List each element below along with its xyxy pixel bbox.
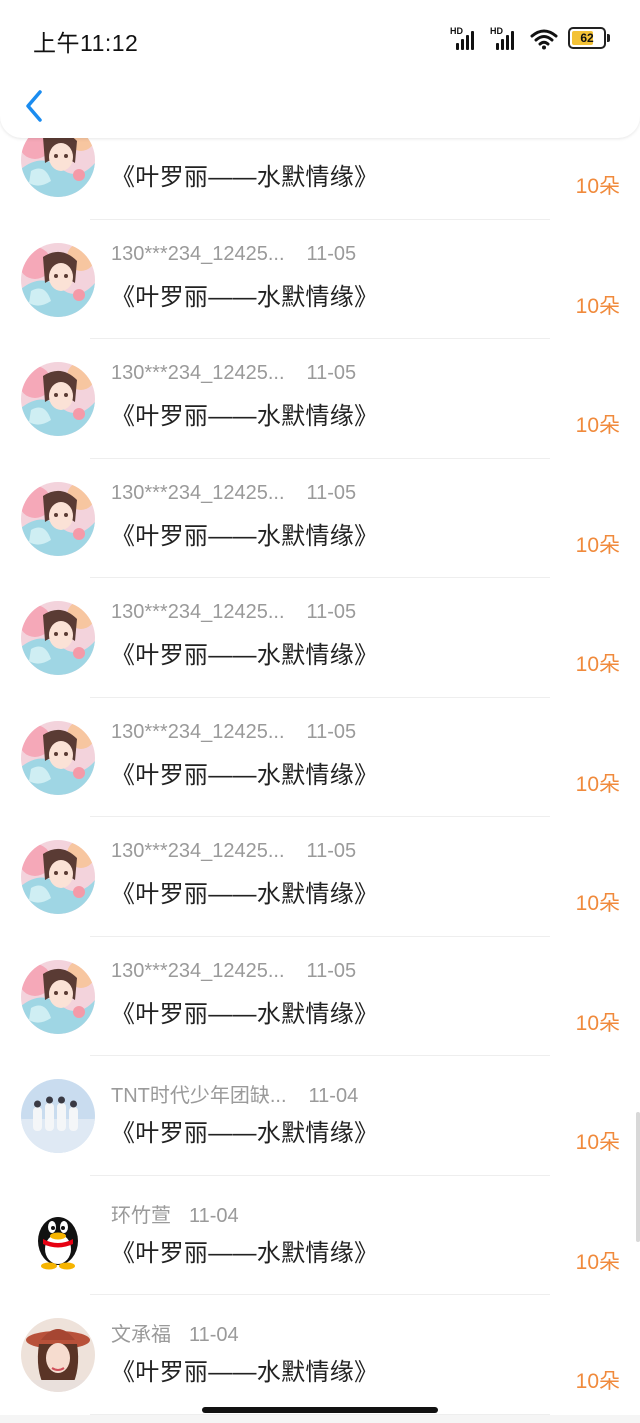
book-title: 《叶罗丽——水默情缘》 [111,283,379,311]
book-title: 《叶罗丽——水默情缘》 [111,642,379,669]
date: 11-04 [308,1085,359,1107]
gift-record-row[interactable]: 文承福 11-04 《叶罗丽——水默情缘》 10朵 [0,1295,640,1415]
gift-record-row[interactable]: 130***234_12425... 11-05 《叶罗丽——水默情缘》 10朵 [0,578,640,698]
gift-amount: 10朵 [575,414,620,437]
avatar[interactable] [21,601,95,675]
username: 130***234_12425... [111,481,285,504]
row-meta: 130***234_12425... 11-05 [111,960,356,983]
date: 11-05 [306,242,357,265]
home-indicator[interactable] [202,1407,438,1413]
username: 130***234_12425... [111,601,285,623]
signal-icon: HD [450,26,480,50]
top-bar: 上午11:12 HD HD 62 [0,0,640,138]
row-meta: 130***234_12425... 11-05 [111,362,356,385]
gift-amount: 10朵 [575,294,620,318]
date: 11-05 [306,362,357,384]
username: 130***234_12425... [111,840,285,862]
back-chevron-icon[interactable] [20,86,50,126]
gift-record-row[interactable]: 环竹萱 11-04 《叶罗丽——水默情缘》 10朵 [0,1175,640,1295]
gift-amount: 10朵 [575,892,620,915]
date: 11-05 [306,481,357,504]
row-meta: 130***234_12425... 11-05 [111,243,356,266]
avatar[interactable] [21,720,95,795]
username: TNT时代少年团缺... [111,1085,287,1107]
book-title: 《叶罗丽——水默情缘》 [111,164,379,191]
row-meta: 130***234_12425... 11-05 [111,840,356,863]
book-title: 《叶罗丽——水默情缘》 [111,522,379,550]
username: 130***234_12425... [111,242,285,265]
status-time: 上午11:12 [33,30,139,56]
divider [90,1413,550,1415]
book-title: 《叶罗丽——水默情缘》 [111,403,379,430]
username: 环竹萱 [111,1204,171,1227]
status-icons: HD HD 62 [450,24,610,50]
row-meta: 文承福 11-04 [111,1318,239,1347]
gift-amount: 10朵 [575,1011,620,1035]
gift-amount: 10朵 [575,1370,620,1393]
date: 11-05 [306,601,357,623]
date: 11-05 [306,840,357,862]
gift-record-row[interactable]: 130***234_12425... 11-05 《叶罗丽——水默情缘》 10朵 [0,817,640,937]
date: 11-04 [189,1324,239,1346]
row-meta: 130***234_12425... 11-05 [111,721,356,744]
username: 文承福 [111,1324,171,1346]
gift-record-row[interactable]: 130***234_12425... 11-05 《叶罗丽——水默情缘》 10朵 [0,219,640,339]
avatar[interactable] [21,481,95,556]
book-title: 《叶罗丽——水默情缘》 [111,761,379,789]
avatar[interactable] [21,959,95,1034]
row-meta: TNT时代少年团缺... 11-04 [111,1079,358,1108]
gift-record-row[interactable]: 130***234_12425... 11-05 《叶罗丽——水默情缘》 10朵 [0,458,640,578]
gift-record-row[interactable]: TNT时代少年团缺... 11-04 《叶罗丽——水默情缘》 10朵 [0,1056,640,1176]
gift-amount: 10朵 [575,533,620,557]
row-meta: 环竹萱 11-04 [111,1199,239,1228]
gift-amount: 10朵 [575,772,620,796]
scrollbar[interactable] [636,1112,640,1242]
row-meta: 130***234_12425... 11-05 [111,601,356,624]
username: 130***234_12425... [111,720,285,743]
book-title: 《叶罗丽——水默情缘》 [111,1000,379,1028]
signal-icon: HD [490,26,520,50]
gift-amount: 10朵 [575,1250,620,1274]
row-meta: 130***234_12425... 11-05 [111,482,356,505]
wifi-icon [530,29,558,50]
gift-amount: 10朵 [575,1131,620,1154]
gift-amount: 10朵 [575,653,620,676]
avatar[interactable] [21,362,95,436]
username: 130***234_12425... [111,362,285,384]
book-title: 《叶罗丽——水默情缘》 [111,881,379,908]
date: 11-05 [306,959,357,982]
gift-record-row[interactable]: 130***234_12425... 11-05 《叶罗丽——水默情缘》 10朵 [0,697,640,817]
date: 11-04 [189,1204,239,1227]
gift-record-row[interactable]: 130***234_12425... 11-05 《叶罗丽——水默情缘》 10朵 [0,936,640,1056]
gift-amount: 10朵 [575,175,620,198]
avatar[interactable] [21,1198,95,1273]
username: 130***234_12425... [111,959,285,982]
avatar[interactable] [21,242,95,317]
battery-icon: 62 [568,27,610,49]
book-title: 《叶罗丽——水默情缘》 [111,1120,379,1147]
book-title: 《叶罗丽——水默情缘》 [111,1239,379,1267]
gift-record-list: 《叶罗丽——水默情缘》 10朵 130***234_12425... 11-05 《叶… [0,100,640,1415]
avatar[interactable] [21,1318,95,1392]
book-title: 《叶罗丽——水默情缘》 [111,1359,379,1386]
date: 11-05 [306,720,357,743]
avatar[interactable] [21,1079,95,1153]
avatar[interactable] [21,840,95,914]
gift-record-row[interactable]: 130***234_12425... 11-05 《叶罗丽——水默情缘》 10朵 [0,339,640,459]
